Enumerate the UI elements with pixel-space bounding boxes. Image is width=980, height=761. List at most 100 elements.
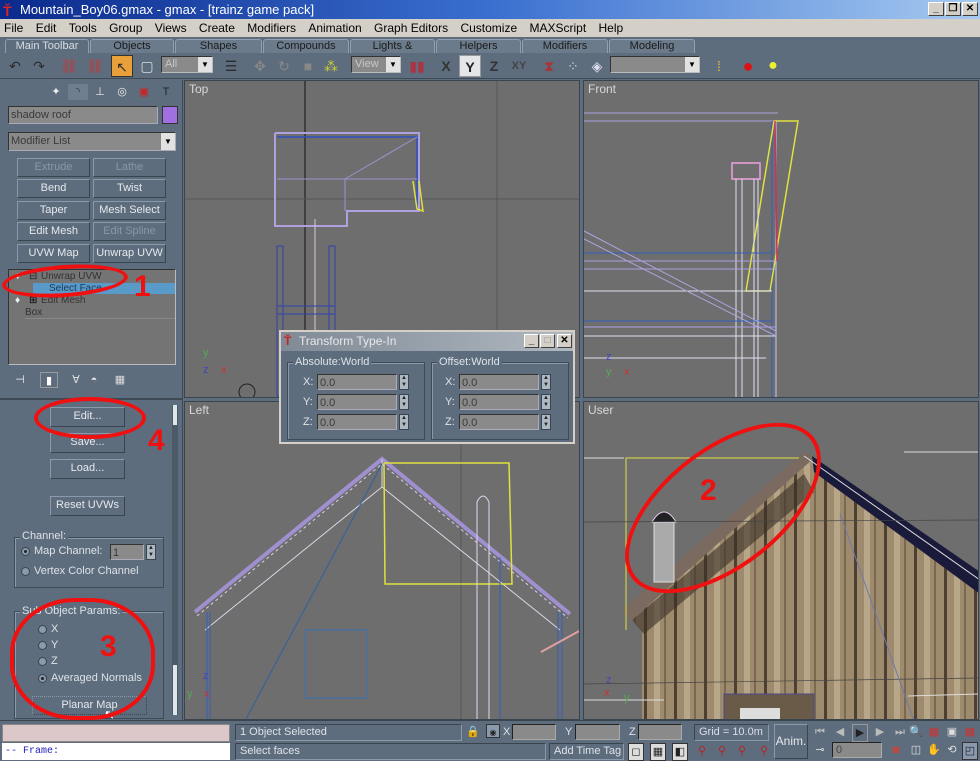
abs-y-spinner[interactable]: ▲ ▼ (399, 394, 409, 410)
close-button[interactable]: ✕ (962, 2, 978, 16)
tab-lights-cameras[interactable]: Lights & Cameras (350, 39, 435, 65)
pivot-icon[interactable]: ⁂ (320, 55, 342, 77)
scrollbar-thumb-top[interactable] (173, 405, 177, 425)
restore-button[interactable]: ❐ (945, 2, 961, 16)
next-frame-icon[interactable]: ▶ (872, 724, 888, 740)
snap-toggle-icon[interactable]: ◧ (672, 743, 688, 761)
link-icon[interactable]: ⛓ (58, 55, 80, 77)
motion-icon[interactable]: ◎ (112, 84, 132, 100)
undo-icon[interactable]: ↶ (4, 55, 26, 77)
tab-helpers[interactable]: Helpers (436, 39, 521, 53)
redo-icon[interactable]: ↷ (28, 55, 50, 77)
modify-icon[interactable]: ◝ (68, 84, 88, 100)
select-object-icon[interactable]: ↖ (111, 55, 133, 77)
map-channel-spinner[interactable]: ▲ ▼ (146, 544, 156, 560)
move-icon[interactable]: ✥ (249, 55, 271, 77)
angle-snap-icon[interactable]: ⚲ (714, 743, 730, 759)
load-uvw-button[interactable]: Load... (50, 459, 125, 479)
go-to-end-icon[interactable]: ⏭ (892, 724, 908, 740)
menu-customize[interactable]: Customize (460, 21, 517, 35)
object-color-swatch[interactable] (162, 106, 178, 124)
degradation-override-icon[interactable]: ◻ (628, 743, 644, 761)
axis-y-button[interactable]: Y (459, 55, 481, 77)
off-y-field[interactable]: 0.0 (459, 394, 539, 410)
menu-edit[interactable]: Edit (36, 21, 57, 35)
abs-z-spinner[interactable]: ▲ ▼ (399, 414, 409, 430)
time-configuration-icon[interactable]: ◙ (888, 742, 904, 758)
zoom-extents-all-icon[interactable]: ▦ (962, 724, 978, 740)
reset-uvws-button[interactable]: Reset UVWs (50, 496, 125, 516)
configure-modifier-sets-icon[interactable]: ▦ (112, 372, 128, 388)
zoom-icon[interactable]: 🔍 (908, 724, 924, 740)
menu-tools[interactable]: Tools (69, 21, 97, 35)
axis-xy-button[interactable]: XY (508, 55, 530, 77)
stack-item-box[interactable]: Box (25, 307, 175, 319)
z-coord-field[interactable] (638, 724, 682, 740)
vertex-color-channel-radio[interactable] (21, 567, 30, 576)
selection-filter-dropdown[interactable]: All ▼ (161, 56, 213, 73)
off-x-field[interactable]: 0.0 (459, 374, 539, 390)
utilities-icon[interactable]: T (156, 84, 176, 100)
off-z-spinner[interactable]: ▲ ▼ (541, 414, 551, 430)
bend-button[interactable]: Bend (17, 179, 90, 198)
axis-z-button[interactable]: Z (483, 55, 505, 77)
map-channel-radio[interactable] (21, 547, 30, 556)
schematic-icon[interactable]: ⁞ (708, 55, 730, 77)
zoom-extents-icon[interactable]: ▣ (944, 724, 960, 740)
scrollbar-thumb[interactable] (173, 665, 177, 715)
arc-rotate-icon[interactable]: ⟲ (944, 742, 960, 758)
absolute-mode-icon[interactable]: ◉ (486, 724, 500, 738)
add-time-tag-button[interactable]: Add Time Tag (549, 743, 624, 760)
menu-create[interactable]: Create (199, 21, 235, 35)
named-selection-dropdown[interactable]: ▼ (610, 56, 700, 73)
map-channel-field[interactable]: 1 (110, 544, 144, 560)
window-crossing-icon[interactable]: ▦ (650, 743, 666, 761)
off-z-field[interactable]: 0.0 (459, 414, 539, 430)
tab-main-toolbar[interactable]: Main Toolbar (5, 39, 89, 53)
tab-shapes[interactable]: Shapes (175, 39, 262, 53)
modifier-list-dropdown[interactable]: Modifier List ▼ (8, 132, 176, 151)
play-icon[interactable]: ▶ (852, 724, 868, 742)
unwrap-uvw-button[interactable]: Unwrap UVW (93, 244, 166, 263)
menu-graph-editors[interactable]: Graph Editors (374, 21, 448, 35)
hierarchy-icon[interactable]: ⊥ (90, 84, 110, 100)
viewport-front[interactable]: Front z y x (583, 80, 979, 398)
edit-spline-button[interactable]: Edit Spline (93, 222, 166, 241)
dialog-minimize-button[interactable]: _ (524, 334, 539, 348)
zoom-all-icon[interactable]: ▦ (926, 724, 942, 740)
dialog-title-bar[interactable]: Ť Transform Type-In _ □ ✕ (281, 332, 573, 351)
go-to-start-icon[interactable]: ⏮ (812, 724, 828, 740)
anim-toggle-button[interactable]: Anim. (774, 724, 808, 759)
taper-button[interactable]: Taper (17, 201, 90, 220)
mesh-select-button[interactable]: Mesh Select (93, 201, 166, 220)
snap-3d-icon[interactable]: ⚲ (694, 743, 710, 759)
menu-help[interactable]: Help (599, 21, 624, 35)
key-mode-icon[interactable]: ⊸ (812, 742, 828, 758)
render-icon[interactable]: ● (762, 55, 784, 77)
axis-x-button[interactable]: X (435, 55, 457, 77)
menu-maxscript[interactable]: MAXScript (529, 21, 586, 35)
lathe-button[interactable]: Lathe (93, 158, 166, 177)
minimize-button[interactable]: _ (928, 2, 944, 16)
abs-x-field[interactable]: 0.0 (317, 374, 397, 390)
previous-frame-icon[interactable]: ◀ (832, 724, 848, 740)
x-coord-field[interactable] (512, 724, 556, 740)
mirror-icon[interactable]: ⧗ (538, 55, 560, 77)
lightbulb-icon[interactable]: ♦ (15, 295, 20, 307)
uvw-map-button[interactable]: UVW Map (17, 244, 90, 263)
abs-x-spinner[interactable]: ▲ ▼ (399, 374, 409, 390)
make-unique-icon[interactable]: ∀ (68, 372, 84, 388)
pivot-center-icon[interactable]: ▮▮ (406, 55, 428, 77)
ref-coord-dropdown[interactable]: View ▼ (351, 56, 401, 73)
tab-modeling[interactable]: Modeling (609, 39, 695, 53)
viewport-left[interactable]: Left z y x (184, 401, 580, 720)
maximize-viewport-icon[interactable]: ◰ (962, 742, 978, 760)
dialog-close-button[interactable]: ✕ (557, 334, 572, 348)
extrude-button[interactable]: Extrude (17, 158, 90, 177)
array-icon[interactable]: ⁘ (562, 55, 584, 77)
remove-modifier-icon[interactable]: ◓ (86, 372, 102, 388)
lock-selection-icon[interactable]: 🔒 (466, 724, 480, 740)
object-name-field[interactable]: shadow roof (8, 106, 158, 124)
menu-group[interactable]: Group (109, 21, 142, 35)
edit-mesh-button[interactable]: Edit Mesh (17, 222, 90, 241)
